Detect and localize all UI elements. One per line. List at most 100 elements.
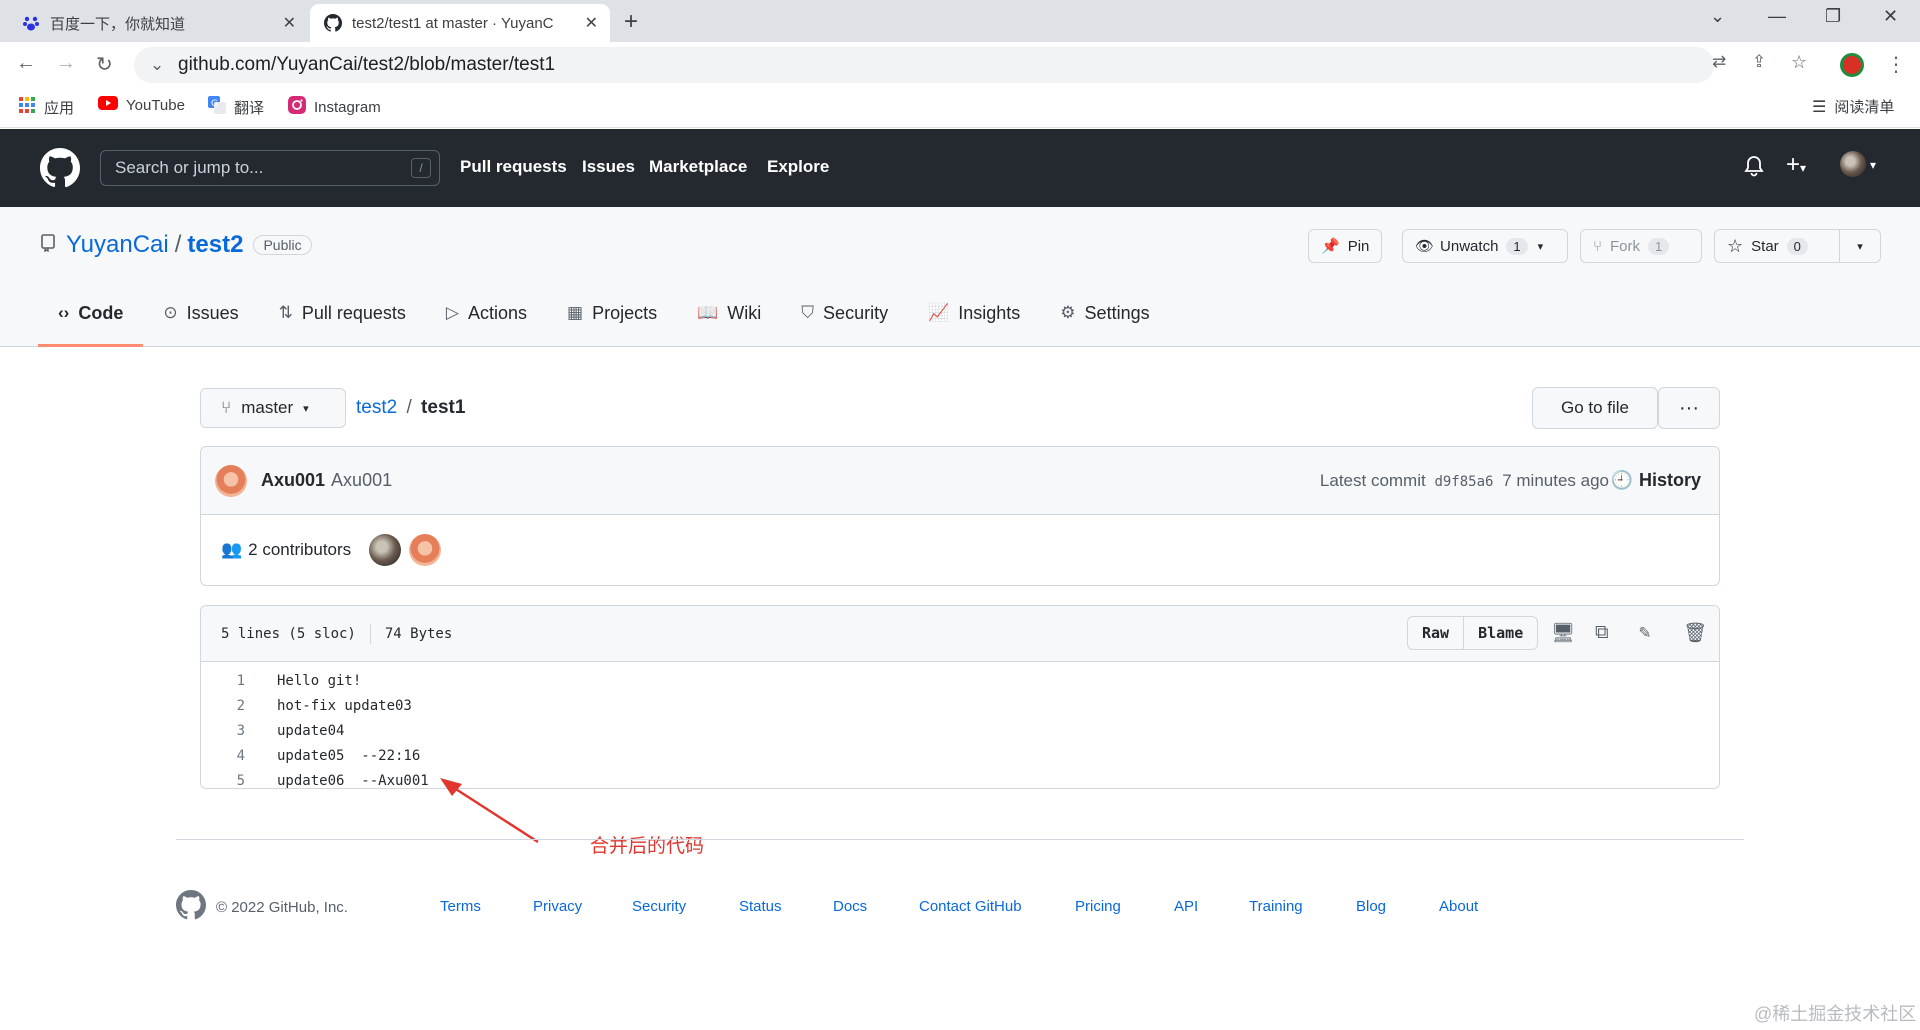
footer-link-security[interactable]: Security xyxy=(632,898,686,915)
tab-code[interactable]: ‹› Code xyxy=(37,293,144,347)
footer-link-terms[interactable]: Terms xyxy=(440,898,481,915)
site-info-chevron-icon[interactable]: ⌄ xyxy=(150,55,164,75)
pencil-edit-icon[interactable]: ✎ xyxy=(1639,621,1650,643)
notification-bell-icon[interactable] xyxy=(1744,155,1764,183)
star-button[interactable]: ☆ Star 0 xyxy=(1714,229,1840,263)
branch-select-button[interactable]: ⑂ master ▾ xyxy=(200,388,346,428)
nav-issues[interactable]: Issues xyxy=(582,157,635,177)
footer-link-about[interactable]: About xyxy=(1439,898,1478,915)
footer-link-pricing[interactable]: Pricing xyxy=(1075,898,1121,915)
line-number[interactable]: 5 xyxy=(201,773,251,789)
bookmark-apps[interactable]: 应用 xyxy=(18,96,74,118)
history-link[interactable]: 🕘 History xyxy=(1611,470,1701,491)
browser-tab-baidu[interactable]: 百度一下，你就知道 ✕ xyxy=(8,4,308,42)
tab-wiki[interactable]: 📖 Wiki xyxy=(697,293,761,333)
tab-label: Issues xyxy=(186,302,239,323)
contributors-count[interactable]: 2 contributors xyxy=(248,540,351,560)
history-label: History xyxy=(1638,470,1701,490)
tab-actions[interactable]: ▷ Actions xyxy=(446,293,527,333)
nav-pull-requests[interactable]: Pull requests xyxy=(460,157,567,177)
reading-list[interactable]: ☰ 阅读清单 xyxy=(1812,96,1894,117)
pin-button[interactable]: 📌 Pin xyxy=(1308,229,1383,263)
restore-icon[interactable]: ❐ xyxy=(1825,6,1841,27)
fork-button[interactable]: ⑂ Fork 1 xyxy=(1580,229,1702,263)
new-tab-icon[interactable]: + xyxy=(624,8,638,36)
tab-settings[interactable]: ⚙ Settings xyxy=(1060,293,1149,333)
commit-sha-link[interactable]: d9f85a6 xyxy=(1434,474,1493,490)
visibility-badge: Public xyxy=(253,235,312,255)
slash-shortcut-badge: / xyxy=(411,158,431,178)
youtube-icon xyxy=(98,96,118,114)
github-footer-logo-icon[interactable] xyxy=(176,890,207,925)
user-avatar-menu[interactable]: ▾ xyxy=(1840,151,1876,177)
tab-projects[interactable]: ▦ Projects xyxy=(567,293,657,333)
back-icon[interactable]: ← xyxy=(16,52,36,75)
footer-link-privacy[interactable]: Privacy xyxy=(533,898,582,915)
tab-insights[interactable]: 📈 Insights xyxy=(928,293,1020,333)
line-number[interactable]: 3 xyxy=(201,723,251,739)
github-search-input[interactable]: Search or jump to... / xyxy=(100,150,440,186)
nav-explore[interactable]: Explore xyxy=(767,157,829,177)
footer: © 2022 GitHub, Inc. xyxy=(176,890,436,925)
tab-security[interactable]: ⛉ Security xyxy=(801,293,888,333)
bookmark-instagram[interactable]: Instagram xyxy=(288,96,381,118)
annotation-text: 合并后的代码 xyxy=(590,836,705,857)
profile-avatar[interactable] xyxy=(1840,53,1864,77)
github-logo-icon[interactable] xyxy=(40,148,81,193)
commit-author-login[interactable]: Axu001 xyxy=(261,470,325,491)
avatar[interactable] xyxy=(215,464,247,497)
copy-icon[interactable]: ⧉ xyxy=(1595,621,1609,643)
footer-link-docs[interactable]: Docs xyxy=(833,898,867,915)
footer-link-blog[interactable]: Blog xyxy=(1356,898,1386,915)
nav-marketplace[interactable]: Marketplace xyxy=(649,157,747,177)
avatar[interactable] xyxy=(369,534,402,566)
line-number[interactable]: 4 xyxy=(201,748,251,764)
line-number[interactable]: 2 xyxy=(201,698,251,714)
bookmark-star-icon[interactable]: ☆ xyxy=(1791,52,1807,73)
tab-pull-requests[interactable]: ⇅ Pull requests xyxy=(279,293,406,333)
star-list-dropdown[interactable]: ▾ xyxy=(1839,229,1881,263)
repo-owner-link[interactable]: YuyanCai xyxy=(66,231,169,259)
footer-link-api[interactable]: API xyxy=(1174,898,1198,915)
tab-search-chevron-icon[interactable]: ⌄ xyxy=(1710,6,1725,27)
more-options-button[interactable]: ··· xyxy=(1658,387,1720,429)
translate-icon[interactable]: ⇄ xyxy=(1712,52,1726,72)
go-to-file-button[interactable]: Go to file xyxy=(1532,387,1658,429)
code-line: 3 update04 xyxy=(201,718,1719,743)
create-new-plus-icon[interactable]: +▾ xyxy=(1786,151,1806,179)
breadcrumb-repo-link[interactable]: test2 xyxy=(356,397,397,418)
avatar[interactable] xyxy=(409,534,442,566)
avatar xyxy=(1840,151,1866,177)
code-line: 1 Hello git! xyxy=(201,668,1719,693)
share-icon[interactable]: ⇪ xyxy=(1752,52,1766,72)
footer-link-contact[interactable]: Contact GitHub xyxy=(919,898,1022,915)
bookmark-translate[interactable]: G 翻译 xyxy=(208,96,264,118)
trash-icon[interactable]: 🗑 xyxy=(1683,621,1707,644)
unwatch-button[interactable]: 👁 Unwatch 1 ▾ xyxy=(1402,229,1568,263)
unwatch-label: Unwatch xyxy=(1440,237,1499,255)
blame-button[interactable]: Blame xyxy=(1464,616,1539,650)
book-icon: 📖 xyxy=(697,303,719,322)
close-icon[interactable]: ✕ xyxy=(283,13,296,33)
url-input[interactable]: ⌄ github.com/YuyanCai/test2/blob/master/… xyxy=(134,47,1714,83)
browser-tab-github[interactable]: test2/test1 at master · YuyanC ✕ xyxy=(310,4,610,42)
forward-icon[interactable]: → xyxy=(56,52,76,75)
raw-blame-group: Raw Blame xyxy=(1407,616,1539,650)
watch-count: 1 xyxy=(1506,237,1528,255)
line-number[interactable]: 1 xyxy=(201,673,251,689)
tab-label: Security xyxy=(823,302,889,323)
reload-icon[interactable]: ↻ xyxy=(96,52,113,77)
line-code: update06 --Axu001 xyxy=(277,772,429,789)
tab-issues[interactable]: ⊙ Issues xyxy=(163,293,238,333)
graph-icon: 📈 xyxy=(928,303,950,322)
desktop-icon[interactable]: 🖥 xyxy=(1551,621,1575,644)
footer-link-status[interactable]: Status xyxy=(739,898,782,915)
repo-name-link[interactable]: test2 xyxy=(187,231,243,259)
minimize-icon[interactable]: — xyxy=(1768,6,1786,27)
footer-link-training[interactable]: Training xyxy=(1249,898,1303,915)
raw-button[interactable]: Raw xyxy=(1407,616,1465,650)
close-icon[interactable]: ✕ xyxy=(585,13,598,33)
bookmark-youtube[interactable]: YouTube xyxy=(98,96,185,114)
kebab-menu-icon[interactable]: ⋮ xyxy=(1886,52,1906,77)
window-close-icon[interactable]: ✕ xyxy=(1883,6,1898,27)
